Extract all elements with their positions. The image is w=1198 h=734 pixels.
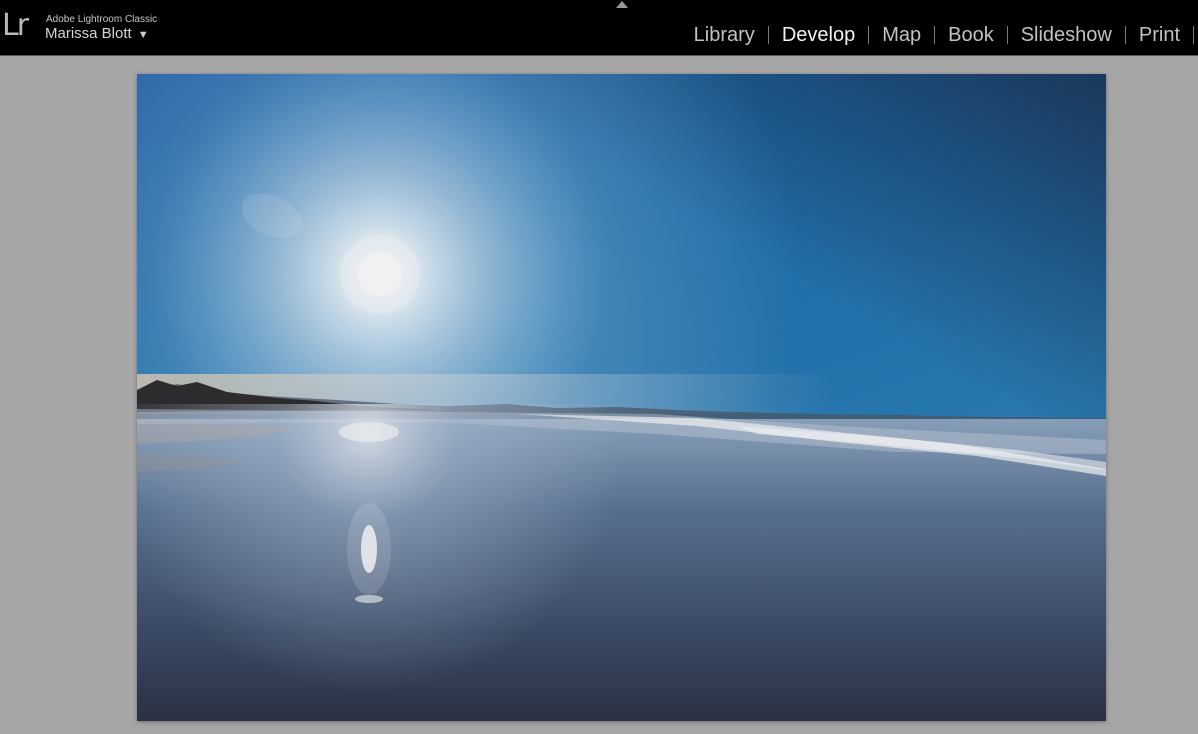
module-print[interactable]: Print xyxy=(1126,22,1193,48)
beach-sunset-photo[interactable] xyxy=(137,74,1106,721)
identity-plate[interactable]: Marissa Blott ▼ xyxy=(45,25,149,44)
chevron-down-icon: ▼ xyxy=(137,29,149,41)
module-picker: Library Develop Map Book Slideshow Print xyxy=(681,22,1194,48)
photo-canvas xyxy=(137,74,1106,721)
module-divider xyxy=(1193,26,1194,44)
identity-name: Marissa Blott xyxy=(45,25,132,42)
top-panel: Lr Adobe Lightroom Classic Marissa Blott… xyxy=(0,0,1198,55)
top-panel-divider xyxy=(0,55,1198,56)
module-library[interactable]: Library xyxy=(681,22,768,48)
lightroom-logo: Lr xyxy=(2,8,29,43)
module-book[interactable]: Book xyxy=(935,22,1007,48)
module-develop[interactable]: Develop xyxy=(769,22,868,48)
module-slideshow[interactable]: Slideshow xyxy=(1008,22,1125,48)
module-map[interactable]: Map xyxy=(869,22,934,48)
triangle-up-icon[interactable] xyxy=(616,1,628,8)
